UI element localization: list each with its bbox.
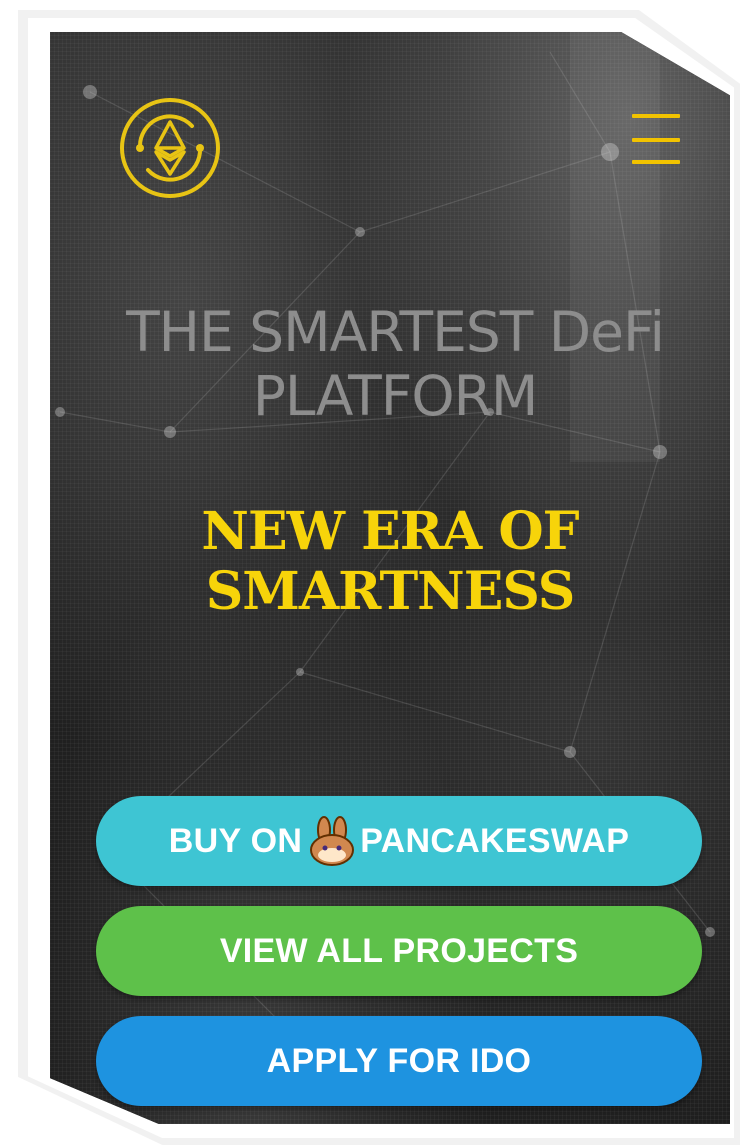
buy-button-prefix: BUY ON — [168, 821, 303, 860]
ethereum-circle-logo-icon[interactable] — [116, 94, 224, 202]
hero-headline: THE SMARTEST DeFi PLATFORM — [126, 300, 665, 428]
page: THE SMARTEST DeFi PLATFORM NEW ERA OF SM… — [0, 0, 741, 1147]
view-button-label: VIEW ALL PROJECTS — [219, 931, 579, 970]
pancakeswap-bunny-icon — [310, 816, 355, 866]
menu-bar-bottom — [632, 160, 680, 164]
buy-button-suffix: PANCAKESWAP — [360, 821, 630, 860]
hero-tagline: NEW ERA OF SMARTNESS — [70, 502, 710, 622]
buy-on-pancakeswap-button[interactable]: BUY ON PANCAKESWAP — [96, 796, 702, 886]
app-screen: THE SMARTEST DeFi PLATFORM NEW ERA OF SM… — [50, 32, 730, 1124]
view-all-projects-button[interactable]: VIEW ALL PROJECTS — [96, 906, 702, 996]
tagline-line-2: SMARTNESS — [205, 561, 576, 622]
hamburger-menu-icon[interactable] — [628, 112, 684, 168]
tagline-line-1: NEW ERA OF — [201, 501, 579, 562]
menu-bar-middle — [632, 138, 680, 142]
apply-button-label: APPLY FOR IDO — [266, 1041, 532, 1080]
apply-for-ido-button[interactable]: APPLY FOR IDO — [96, 1016, 702, 1106]
menu-bar-top — [632, 114, 680, 118]
